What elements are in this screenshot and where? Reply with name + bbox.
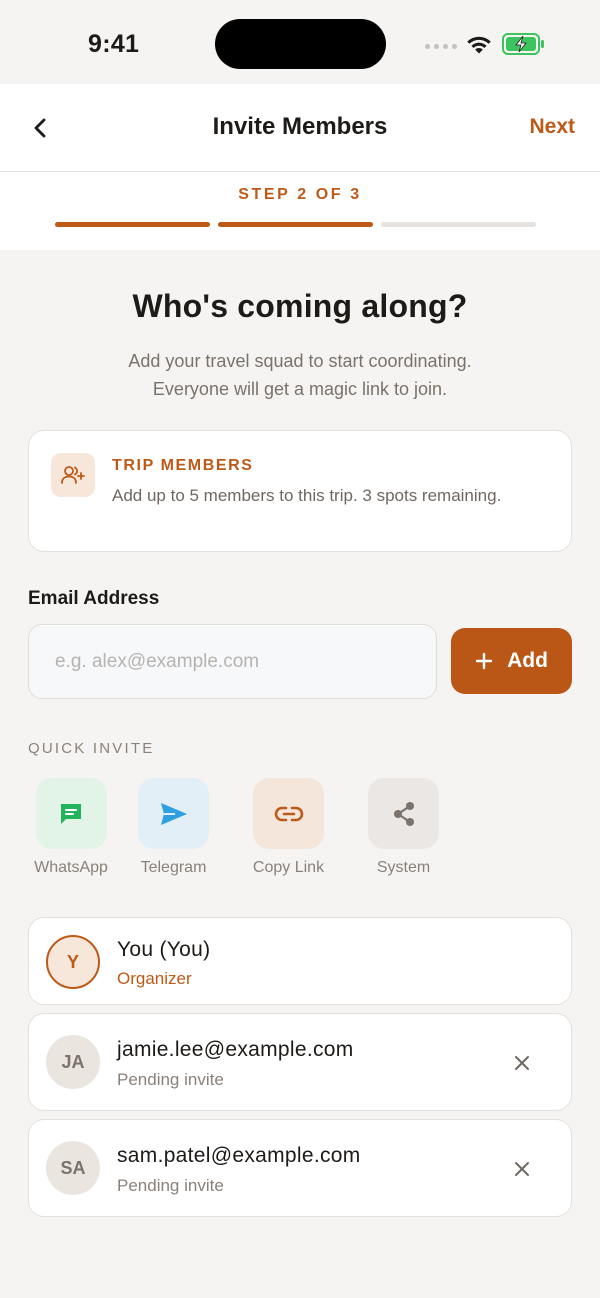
status-time: 9:41 [88,30,140,58]
nav-header: Invite Members Next [0,84,600,172]
trip-members-info-card: TRIP MEMBERS Add up to 5 members to this… [28,430,572,552]
info-card-text: Add up to 5 members to this trip. 3 spot… [112,486,502,505]
add-user-icon [51,453,95,497]
next-button[interactable]: Next [529,115,575,139]
step-bar-1 [55,222,210,227]
member-email: sam.patel@example.com [117,1144,361,1167]
quick-invite-whatsapp[interactable]: WhatsApp [26,778,116,877]
add-button-label: Add [507,649,548,672]
step-bar-3 [381,222,536,227]
quick-invite-label-system: System [376,859,431,876]
copy-link-tile[interactable] [253,778,324,849]
quick-invite-label: QUICK INVITE [28,740,155,757]
quick-invite-label-whatsapp: WhatsApp [34,859,108,876]
member-status: Pending invite [117,1070,224,1089]
wifi-icon [467,36,491,54]
email-input[interactable] [28,624,437,699]
quick-invite-options: WhatsApp Telegram Copy Link System [26,778,461,877]
dynamic-island [215,19,386,69]
avatar: SA [46,1141,100,1195]
step-bar-2 [218,222,373,227]
remove-member-button[interactable] [509,1050,535,1076]
member-row-organizer: Y You (You) Organizer [28,917,572,1005]
member-list: Y You (You) Organizer JA jamie.lee@examp… [28,917,572,1225]
member-status: Pending invite [117,1176,224,1195]
quick-invite-system[interactable]: System [346,778,461,877]
send-icon [160,802,187,825]
chat-icon [61,803,81,824]
link-icon [274,806,303,821]
add-button[interactable]: Add [451,628,572,694]
member-row: SA sam.patel@example.com Pending invite [28,1119,572,1217]
hero-subtitle: Add your travel squad to start coordinat… [0,347,600,403]
hero-subtitle-line-1: Add your travel squad to start coordinat… [128,351,472,371]
member-row: JA jamie.lee@example.com Pending invite [28,1013,572,1111]
close-icon [515,1162,529,1176]
member-email: jamie.lee@example.com [117,1038,354,1061]
avatar: JA [46,1035,100,1089]
share-icon [393,801,414,826]
system-share-tile[interactable] [368,778,439,849]
step-progress-bars [55,222,536,227]
whatsapp-tile[interactable] [35,778,107,849]
member-role: Organizer [117,969,192,988]
step-label: STEP 2 OF 3 [238,186,362,203]
page-title: Invite Members [212,113,388,140]
telegram-tile[interactable] [138,778,209,849]
hero-title: Who's coming along? [132,288,468,324]
quick-invite-copy-link[interactable]: Copy Link [231,778,346,877]
email-label: Email Address [28,588,160,609]
avatar: Y [46,935,100,989]
quick-invite-telegram[interactable]: Telegram [116,778,231,877]
step-indicator: STEP 2 OF 3 [0,172,600,250]
cellular-signal-icon [425,44,457,49]
info-card-title: TRIP MEMBERS [112,457,254,474]
member-name: You (You) [117,938,211,961]
status-bar: 9:41 [0,0,600,84]
remove-member-button[interactable] [509,1156,535,1182]
hero-subtitle-line-2: Everyone will get a magic link to join. [152,379,448,399]
hero-section: Who's coming along? Add your travel squa… [0,250,600,403]
quick-invite-label-copy-link: Copy Link [252,859,325,876]
battery-charging-icon [502,33,544,55]
close-icon [515,1056,529,1070]
plus-icon [475,652,493,670]
quick-invite-label-telegram: Telegram [140,859,207,876]
